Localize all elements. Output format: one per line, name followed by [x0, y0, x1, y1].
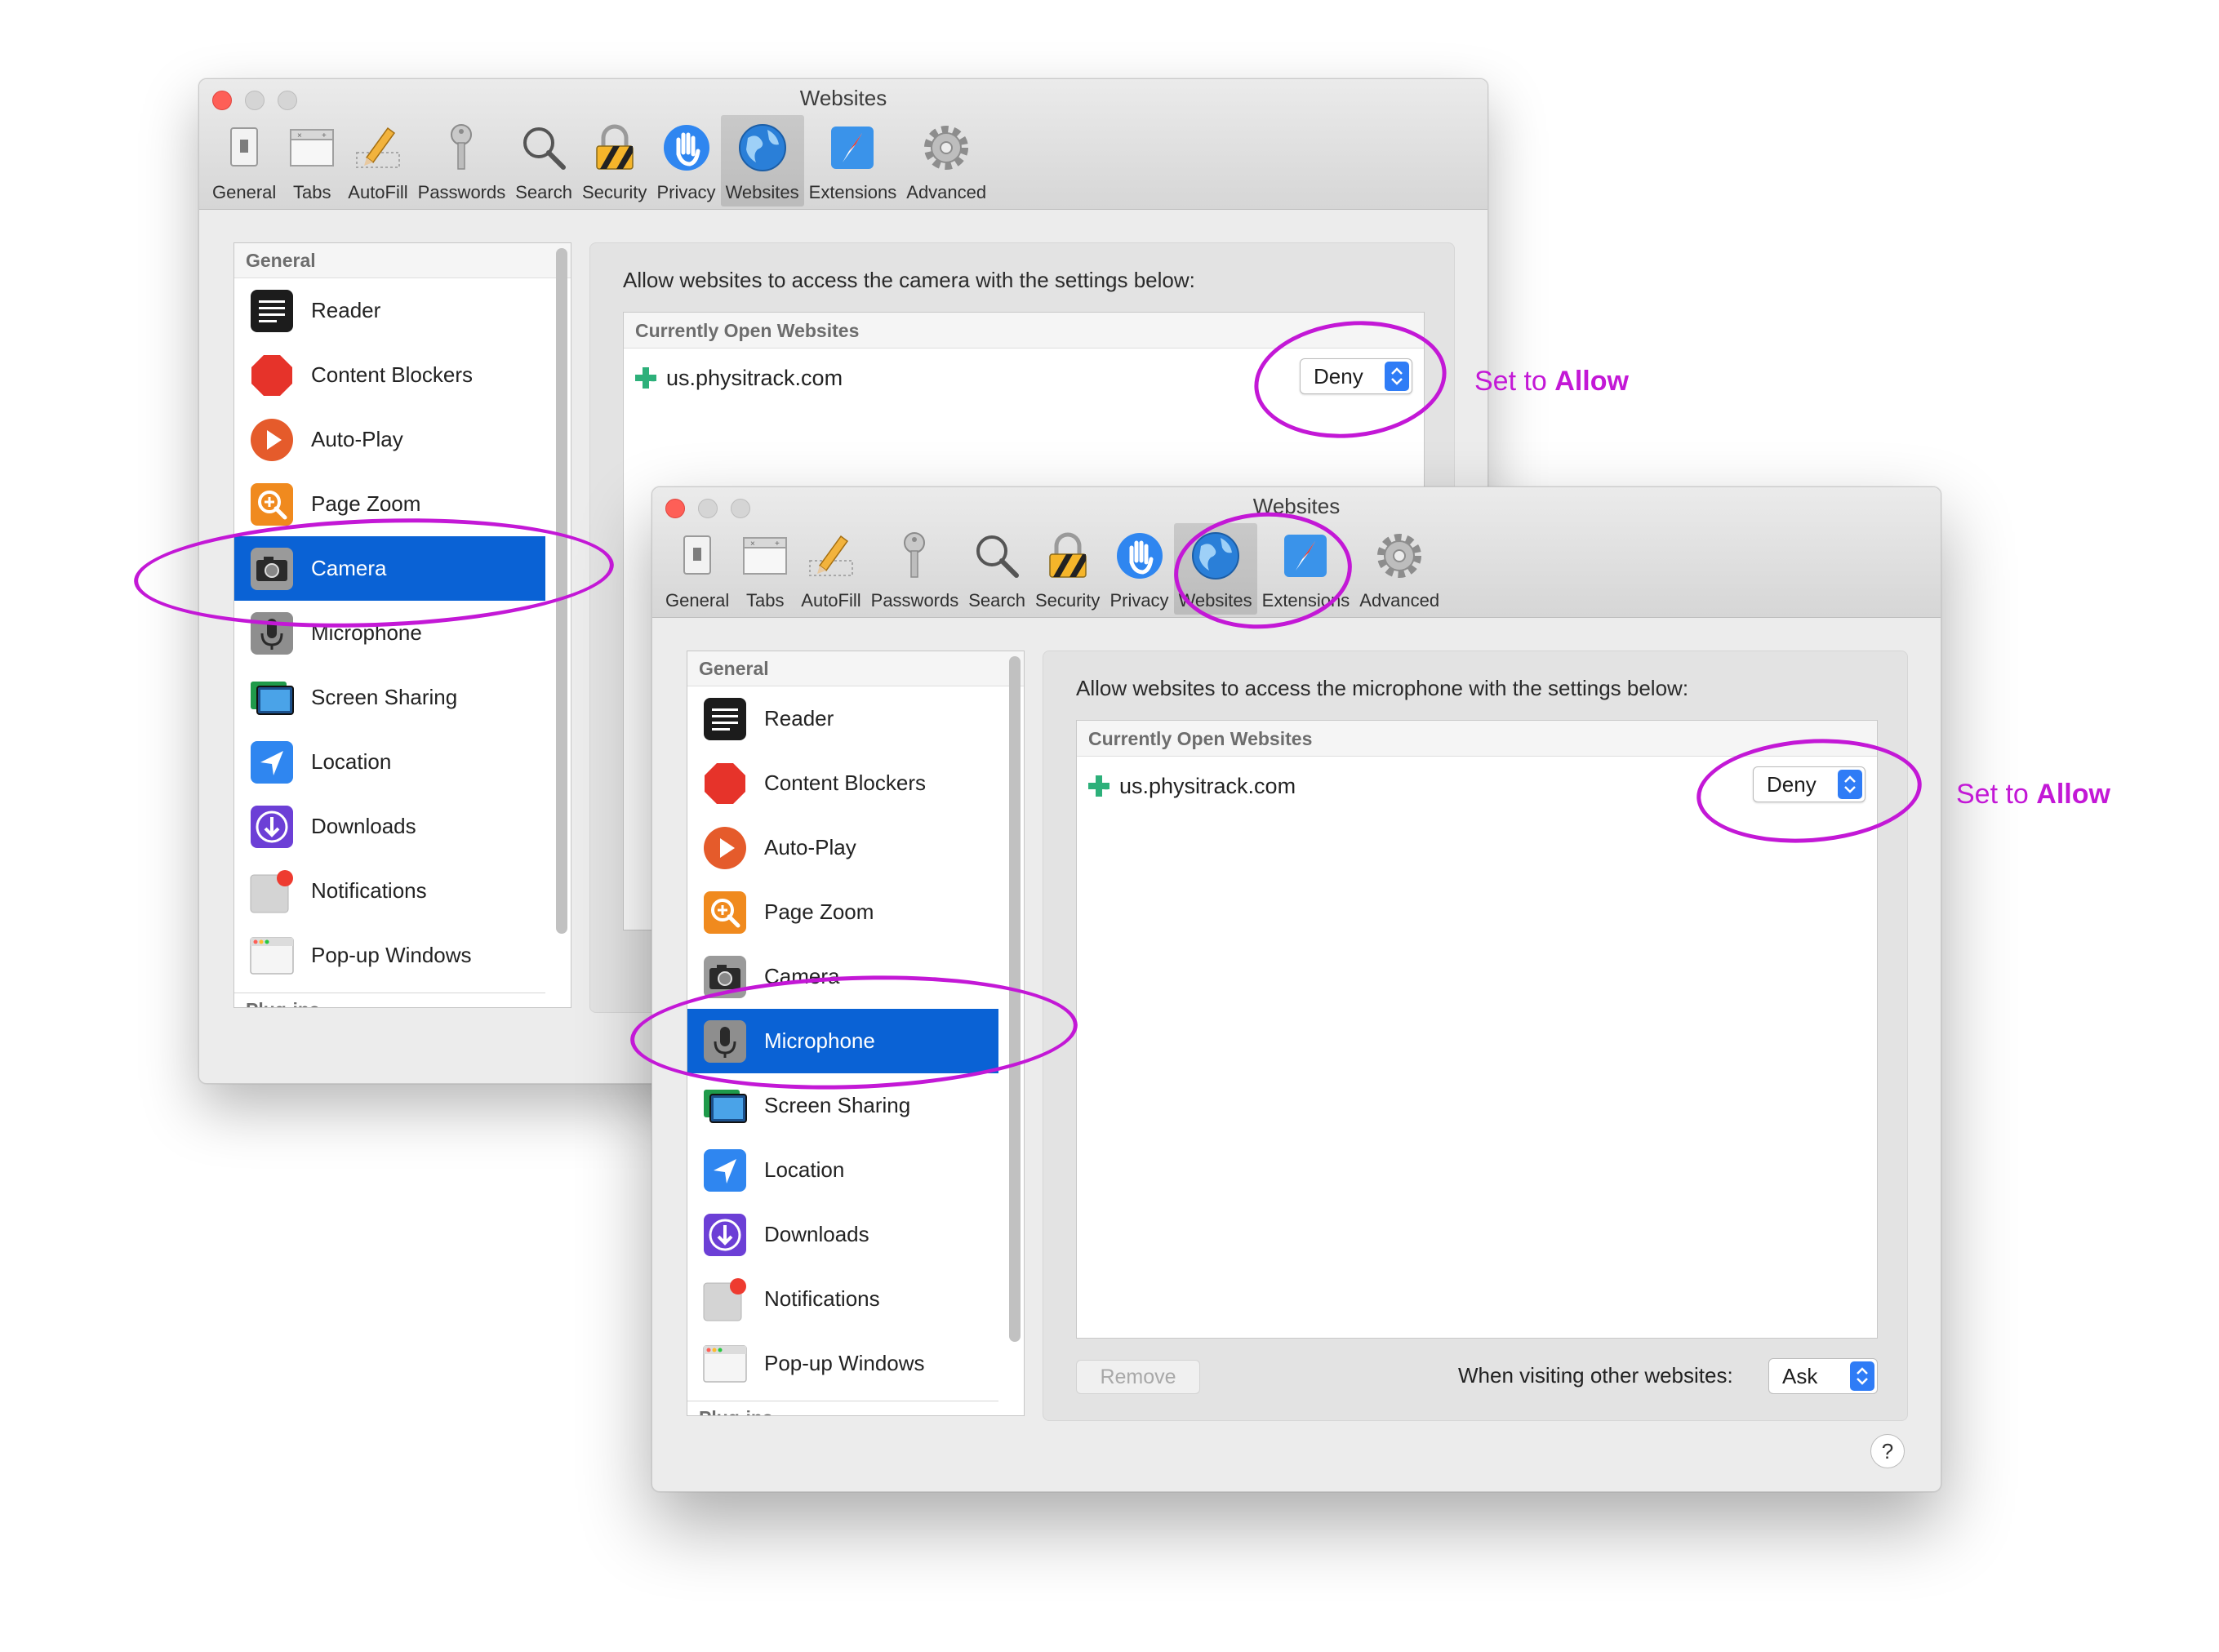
sidebar-item-reader[interactable]: Reader	[687, 686, 998, 751]
sidebar-header: General	[687, 651, 1024, 686]
pencil-icon	[355, 127, 400, 168]
preferences-toolbar: General × + Tabs AutoFill Passwords Searc…	[207, 115, 991, 206]
tab-privacy[interactable]: Privacy	[1105, 523, 1173, 615]
gear-icon	[1377, 534, 1422, 578]
tab-passwords[interactable]: Passwords	[866, 523, 964, 615]
tab-advanced[interactable]: Advanced	[901, 115, 991, 206]
notification-badge-icon	[250, 869, 293, 913]
reader-icon	[704, 697, 746, 740]
site-favicon-plus-icon: »	[635, 367, 656, 389]
general-switch-icon	[683, 535, 712, 575]
hand-icon	[1116, 533, 1163, 579]
site-name: us.physitrack.com	[1119, 773, 1296, 798]
zoom-icon	[704, 890, 746, 934]
zoom-icon	[251, 482, 293, 526]
tab-passwords[interactable]: Passwords	[413, 115, 511, 206]
popup-window-icon	[250, 936, 294, 975]
annotation-set-to-allow-microphone: Set to Allow	[1956, 779, 2110, 810]
sidebar-item-downloads[interactable]: Downloads	[234, 794, 545, 859]
play-icon	[704, 826, 746, 869]
sidebar-item-pop-up-windows[interactable]: Pop-up Windows	[234, 923, 545, 988]
tab-autofill[interactable]: AutoFill	[796, 523, 865, 615]
magnifier-icon	[523, 127, 567, 170]
sidebar-item-content-blockers[interactable]: Content Blockers	[687, 751, 998, 815]
magnifier-icon	[976, 535, 1020, 578]
sidebar-item-notifications[interactable]: Notifications	[687, 1267, 998, 1331]
tabs-icon: × +	[743, 537, 788, 575]
help-button[interactable]: ?	[1870, 1434, 1905, 1468]
sidebar-item-page-zoom[interactable]: Page Zoom	[687, 880, 998, 944]
play-icon	[251, 418, 293, 461]
sidebar-section-plug-ins: Plug-ins	[234, 993, 571, 1007]
sidebar-item-screen-sharing[interactable]: Screen Sharing	[234, 665, 545, 730]
sidebar-item-reader[interactable]: Reader	[234, 278, 545, 343]
annotation-set-to-allow-camera: Set to Allow	[1474, 366, 1629, 397]
popup-stepper-icon	[1850, 1361, 1874, 1391]
site-name: us.physitrack.com	[666, 365, 843, 390]
key-icon	[904, 532, 926, 578]
tab-security[interactable]: Security	[577, 115, 651, 206]
sidebar-item-downloads[interactable]: Downloads	[687, 1202, 998, 1267]
location-arrow-icon	[704, 1148, 746, 1192]
padlock-icon	[595, 124, 634, 170]
sidebar-item-pop-up-windows[interactable]: Pop-up Windows	[687, 1331, 998, 1396]
pencil-icon	[808, 535, 853, 576]
svg-text:+: +	[775, 540, 780, 548]
stop-sign-icon	[251, 354, 292, 396]
window-title: Websites	[799, 86, 887, 110]
svg-text:+: +	[322, 131, 327, 140]
sidebar-header: General	[234, 243, 571, 278]
reader-icon	[251, 289, 293, 332]
popup-window-icon	[703, 1344, 747, 1383]
key-icon	[451, 124, 473, 170]
download-icon	[251, 805, 293, 848]
globe-icon	[738, 124, 786, 171]
svg-text:»: »	[1105, 784, 1109, 792]
sidebar-list: Reader Content Blockers Auto-Play Page Z…	[234, 278, 571, 988]
tab-search[interactable]: Search	[963, 523, 1030, 615]
sidebar-item-auto-play[interactable]: Auto-Play	[234, 407, 545, 472]
tab-tabs[interactable]: × + Tabs	[734, 523, 796, 615]
remove-button[interactable]: Remove	[1076, 1360, 1200, 1394]
screen-sharing-icon	[704, 1089, 747, 1123]
tab-extensions[interactable]: Extensions	[804, 115, 902, 206]
svg-text:»: »	[651, 375, 656, 384]
sidebar-item-location[interactable]: Location	[687, 1138, 998, 1202]
tab-privacy[interactable]: Privacy	[651, 115, 720, 206]
tab-autofill[interactable]: AutoFill	[343, 115, 412, 206]
tab-search[interactable]: Search	[510, 115, 577, 206]
panel-description: Allow websites to access the microphone …	[1076, 676, 1689, 700]
other-websites-popup[interactable]: Ask	[1768, 1358, 1878, 1394]
padlock-icon	[1048, 532, 1087, 578]
tab-tabs[interactable]: × + Tabs	[281, 115, 343, 206]
tab-general[interactable]: General	[207, 115, 281, 206]
puzzle-compass-icon	[831, 127, 874, 169]
tab-advanced[interactable]: Advanced	[1354, 523, 1444, 615]
download-icon	[704, 1213, 746, 1256]
gear-icon	[924, 126, 969, 170]
sidebar-item-content-blockers[interactable]: Content Blockers	[234, 343, 545, 407]
panel-description: Allow websites to access the camera with…	[623, 268, 1195, 292]
tabs-icon: × +	[290, 129, 335, 167]
tab-websites[interactable]: Websites	[720, 115, 804, 206]
location-arrow-icon	[251, 740, 293, 784]
other-websites-value: Ask	[1782, 1364, 1818, 1388]
stop-sign-icon	[705, 762, 745, 804]
tab-general[interactable]: General	[660, 523, 734, 615]
titlebar: Websites General × + Tabs AutoFill Passwo…	[199, 79, 1487, 210]
svg-text:×: ×	[297, 131, 302, 140]
general-switch-icon	[230, 127, 259, 167]
other-websites-label: When visiting other websites:	[1458, 1363, 1733, 1388]
sidebar-item-location[interactable]: Location	[234, 730, 545, 794]
sidebar-section-plug-ins: Plug-ins	[687, 1401, 1024, 1415]
svg-text:×: ×	[750, 540, 755, 548]
hand-icon	[663, 125, 709, 171]
sidebar-item-auto-play[interactable]: Auto-Play	[687, 815, 998, 880]
screen-sharing-icon	[251, 681, 294, 715]
notification-badge-icon	[703, 1277, 746, 1321]
site-favicon-plus-icon: »	[1088, 775, 1110, 797]
tab-security[interactable]: Security	[1030, 523, 1105, 615]
sidebar-item-notifications[interactable]: Notifications	[234, 859, 545, 923]
